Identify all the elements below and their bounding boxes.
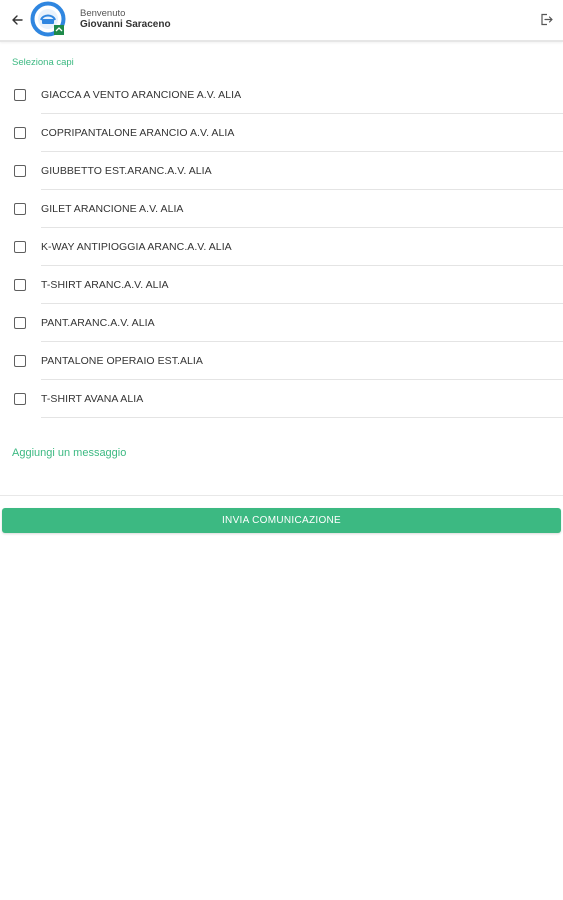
section-label: Seleziona capi [12,57,74,68]
item-label: T-SHIRT ARANC.A.V. ALIA [41,279,169,291]
item-label: PANTALONE OPERAIO EST.ALIA [41,355,203,367]
list-item[interactable]: T-SHIRT ARANC.A.V. ALIA [0,266,563,304]
logout-button[interactable] [537,10,555,28]
arrow-left-icon [12,15,23,25]
garment-list: GIACCA A VENTO ARANCIONE A.V. ALIA COPRI… [0,76,563,418]
checkbox[interactable] [14,279,26,291]
list-item[interactable]: PANTALONE OPERAIO EST.ALIA [0,342,563,380]
list-item[interactable]: COPRIPANTALONE ARANCIO A.V. ALIA [0,114,563,152]
item-label: GILET ARANCIONE A.V. ALIA [41,203,184,215]
checkbox[interactable] [14,165,26,177]
send-communication-button[interactable]: INVIA COMUNICAZIONE [2,508,561,533]
item-label: K-WAY ANTIPIOGGIA ARANC.A.V. ALIA [41,241,232,253]
logout-icon [540,13,553,25]
checkbox[interactable] [14,393,26,405]
item-label: PANT.ARANC.A.V. ALIA [41,317,155,329]
app-bar: Benvenuto Giovanni Saraceno [0,0,563,42]
divider [41,417,563,418]
list-item[interactable]: GILET ARANCIONE A.V. ALIA [0,190,563,228]
checkbox[interactable] [14,203,26,215]
list-item[interactable]: K-WAY ANTIPIOGGIA ARANC.A.V. ALIA [0,228,563,266]
item-label: COPRIPANTALONE ARANCIO A.V. ALIA [41,127,235,139]
list-item[interactable]: T-SHIRT AVANA ALIA [0,380,563,418]
item-label: T-SHIRT AVANA ALIA [41,393,144,405]
item-label: GIACCA A VENTO ARANCIONE A.V. ALIA [41,89,242,101]
list-item[interactable]: PANT.ARANC.A.V. ALIA [0,304,563,342]
checkbox[interactable] [14,317,26,329]
welcome-text: Benvenuto [80,8,126,19]
back-button[interactable] [6,9,28,31]
add-message-link[interactable]: Aggiungi un messaggio [12,447,126,459]
app-logo [30,1,68,39]
checkbox[interactable] [14,241,26,253]
message-divider [0,495,563,496]
list-item[interactable]: GIACCA A VENTO ARANCIONE A.V. ALIA [0,76,563,114]
checkbox[interactable] [14,355,26,367]
user-greeting: Benvenuto Giovanni Saraceno [80,8,171,30]
checkbox[interactable] [14,127,26,139]
checkbox[interactable] [14,89,26,101]
list-item[interactable]: GIUBBETTO EST.ARANC.A.V. ALIA [0,152,563,190]
item-label: GIUBBETTO EST.ARANC.A.V. ALIA [41,165,212,177]
user-name: Giovanni Saraceno [80,19,171,30]
